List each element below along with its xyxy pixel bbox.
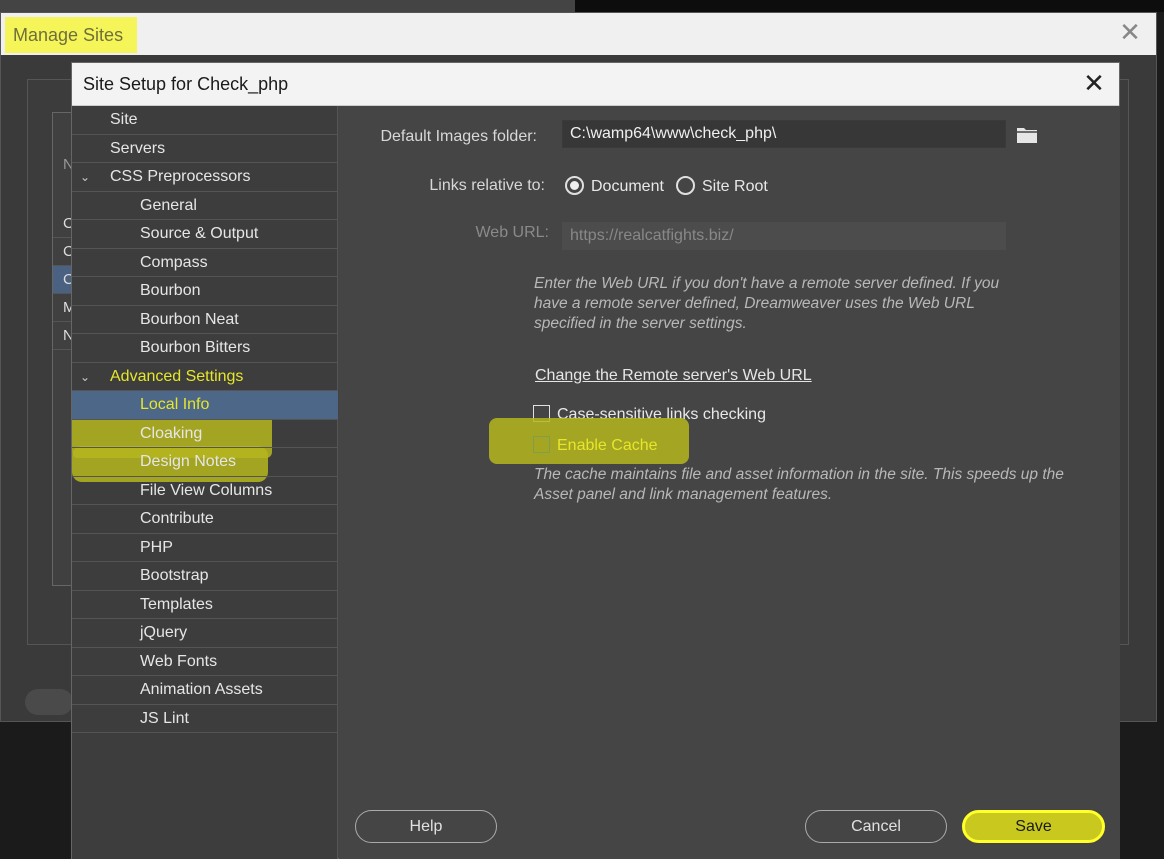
sidebar-item-source-output[interactable]: Source & Output: [72, 220, 338, 249]
manage-sites-titlebar: Manage Sites ✕: [1, 13, 1156, 55]
background-window: [575, 0, 1164, 12]
local-info-panel: Default Images folder: C:\wamp64\www\che…: [339, 106, 1120, 859]
sidebar-item-label: Bourbon Bitters: [140, 339, 251, 356]
chevron-down-icon[interactable]: ⌄: [80, 163, 90, 191]
sidebar-item-label: Servers: [110, 139, 166, 157]
enable-cache-label: Enable Cache: [557, 437, 658, 454]
chevron-down-icon[interactable]: ⌄: [80, 363, 90, 391]
sidebar-item-label: Compass: [140, 253, 208, 271]
sidebar-item-bourbon[interactable]: Bourbon: [72, 277, 338, 306]
sidebar-item-cloaking[interactable]: Cloaking: [72, 420, 338, 448]
site-root-radio[interactable]: [676, 176, 695, 195]
cache-note: The cache maintains file and asset infor…: [534, 466, 1064, 503]
sidebar-item-jquery[interactable]: jQuery: [72, 619, 338, 648]
change-remote-url-link[interactable]: Change the Remote server's Web URL: [535, 367, 812, 385]
manage-sites-button[interactable]: [25, 689, 73, 715]
save-button[interactable]: Save: [962, 810, 1105, 843]
document-radio-label: Document: [591, 178, 664, 195]
sidebar-item-label: CSS Preprocessors: [110, 168, 251, 185]
close-icon[interactable]: ✕: [1081, 71, 1107, 97]
images-folder-input[interactable]: C:\wamp64\www\check_php\: [562, 120, 1006, 148]
sidebar-item-label: Bootstrap: [140, 567, 209, 584]
sidebar-item-bourbon-neat[interactable]: Bourbon Neat: [72, 306, 338, 334]
sidebar-item-label: PHP: [140, 538, 173, 556]
sidebar-item-compass[interactable]: Compass: [72, 249, 338, 277]
dialog-title: Site Setup for Check_php: [83, 74, 289, 94]
sidebar-item-design-notes[interactable]: Design Notes: [72, 448, 338, 477]
manage-sites-title: Manage Sites: [5, 17, 138, 53]
sidebar-item-label: JS Lint: [140, 709, 189, 727]
sidebar-item-file-view-columns[interactable]: File View Columns: [72, 477, 338, 505]
sidebar-item-label: Design Notes: [140, 453, 237, 470]
sidebar-item-label: Site: [110, 111, 138, 128]
sidebar-item-label: Source & Output: [140, 225, 259, 242]
site-setup-dialog: Site Setup for Check_php ✕ Site Servers ⌄ C…: [71, 62, 1120, 859]
enable-cache-checkbox[interactable]: [533, 436, 550, 453]
sidebar-item-general[interactable]: General: [72, 192, 338, 220]
sidebar-item-servers[interactable]: Servers: [72, 135, 338, 163]
help-button[interactable]: Help: [355, 810, 497, 843]
sidebar-item-label: jQuery: [140, 624, 188, 641]
cancel-button[interactable]: Cancel: [805, 810, 947, 843]
images-folder-label: Default Images folder:: [380, 128, 537, 145]
links-relative-label: Links relative to:: [429, 177, 545, 194]
web-url-label: Web URL:: [475, 224, 549, 241]
sidebar-item-templates[interactable]: Templates: [72, 591, 338, 619]
background-window-edge: [0, 0, 575, 12]
web-url-input: https://realcatfights.biz/: [562, 222, 1006, 250]
sidebar-item-label: Advanced Settings: [110, 367, 244, 385]
sidebar-item-advanced-settings[interactable]: ⌄ Advanced Settings: [72, 363, 338, 391]
sidebar-item-label: Cloaking: [140, 424, 203, 442]
sidebar-item-local-info[interactable]: Local Info: [72, 391, 338, 420]
sidebar-item-site[interactable]: Site: [72, 106, 338, 135]
dialog-titlebar: Site Setup for Check_php ✕: [72, 63, 1119, 106]
category-sidebar: Site Servers ⌄ CSS Preprocessors General Sour…: [72, 106, 338, 859]
sidebar-item-label: Bourbon: [140, 282, 201, 299]
sidebar-item-label: Local Info: [140, 396, 210, 413]
sidebar-item-php[interactable]: PHP: [72, 534, 338, 562]
sidebar-item-label: General: [140, 196, 197, 214]
sidebar-item-label: Contribute: [140, 510, 214, 527]
sidebar-item-label: Bourbon Neat: [140, 310, 239, 328]
sidebar-item-label: File View Columns: [140, 481, 273, 499]
sidebar-item-contribute[interactable]: Contribute: [72, 505, 338, 534]
document-radio[interactable]: [565, 176, 584, 195]
web-url-note: Enter the Web URL if you don't have a re…: [534, 275, 1000, 332]
sidebar-item-label: Templates: [140, 595, 213, 613]
site-root-radio-label: Site Root: [702, 178, 768, 195]
sidebar-item-web-fonts[interactable]: Web Fonts: [72, 648, 338, 676]
sidebar-item-bootstrap[interactable]: Bootstrap: [72, 562, 338, 591]
close-icon[interactable]: ✕: [1118, 20, 1142, 46]
sidebar-item-css-preprocessors[interactable]: ⌄ CSS Preprocessors: [72, 163, 338, 192]
folder-icon[interactable]: [1015, 123, 1039, 147]
sidebar-item-bourbon-bitters[interactable]: Bourbon Bitters: [72, 334, 338, 363]
sidebar-item-label: Animation Assets: [140, 681, 263, 698]
sidebar-item-js-lint[interactable]: JS Lint: [72, 705, 338, 733]
sidebar-item-animation-assets[interactable]: Animation Assets: [72, 676, 338, 705]
sidebar-item-label: Web Fonts: [140, 652, 218, 670]
